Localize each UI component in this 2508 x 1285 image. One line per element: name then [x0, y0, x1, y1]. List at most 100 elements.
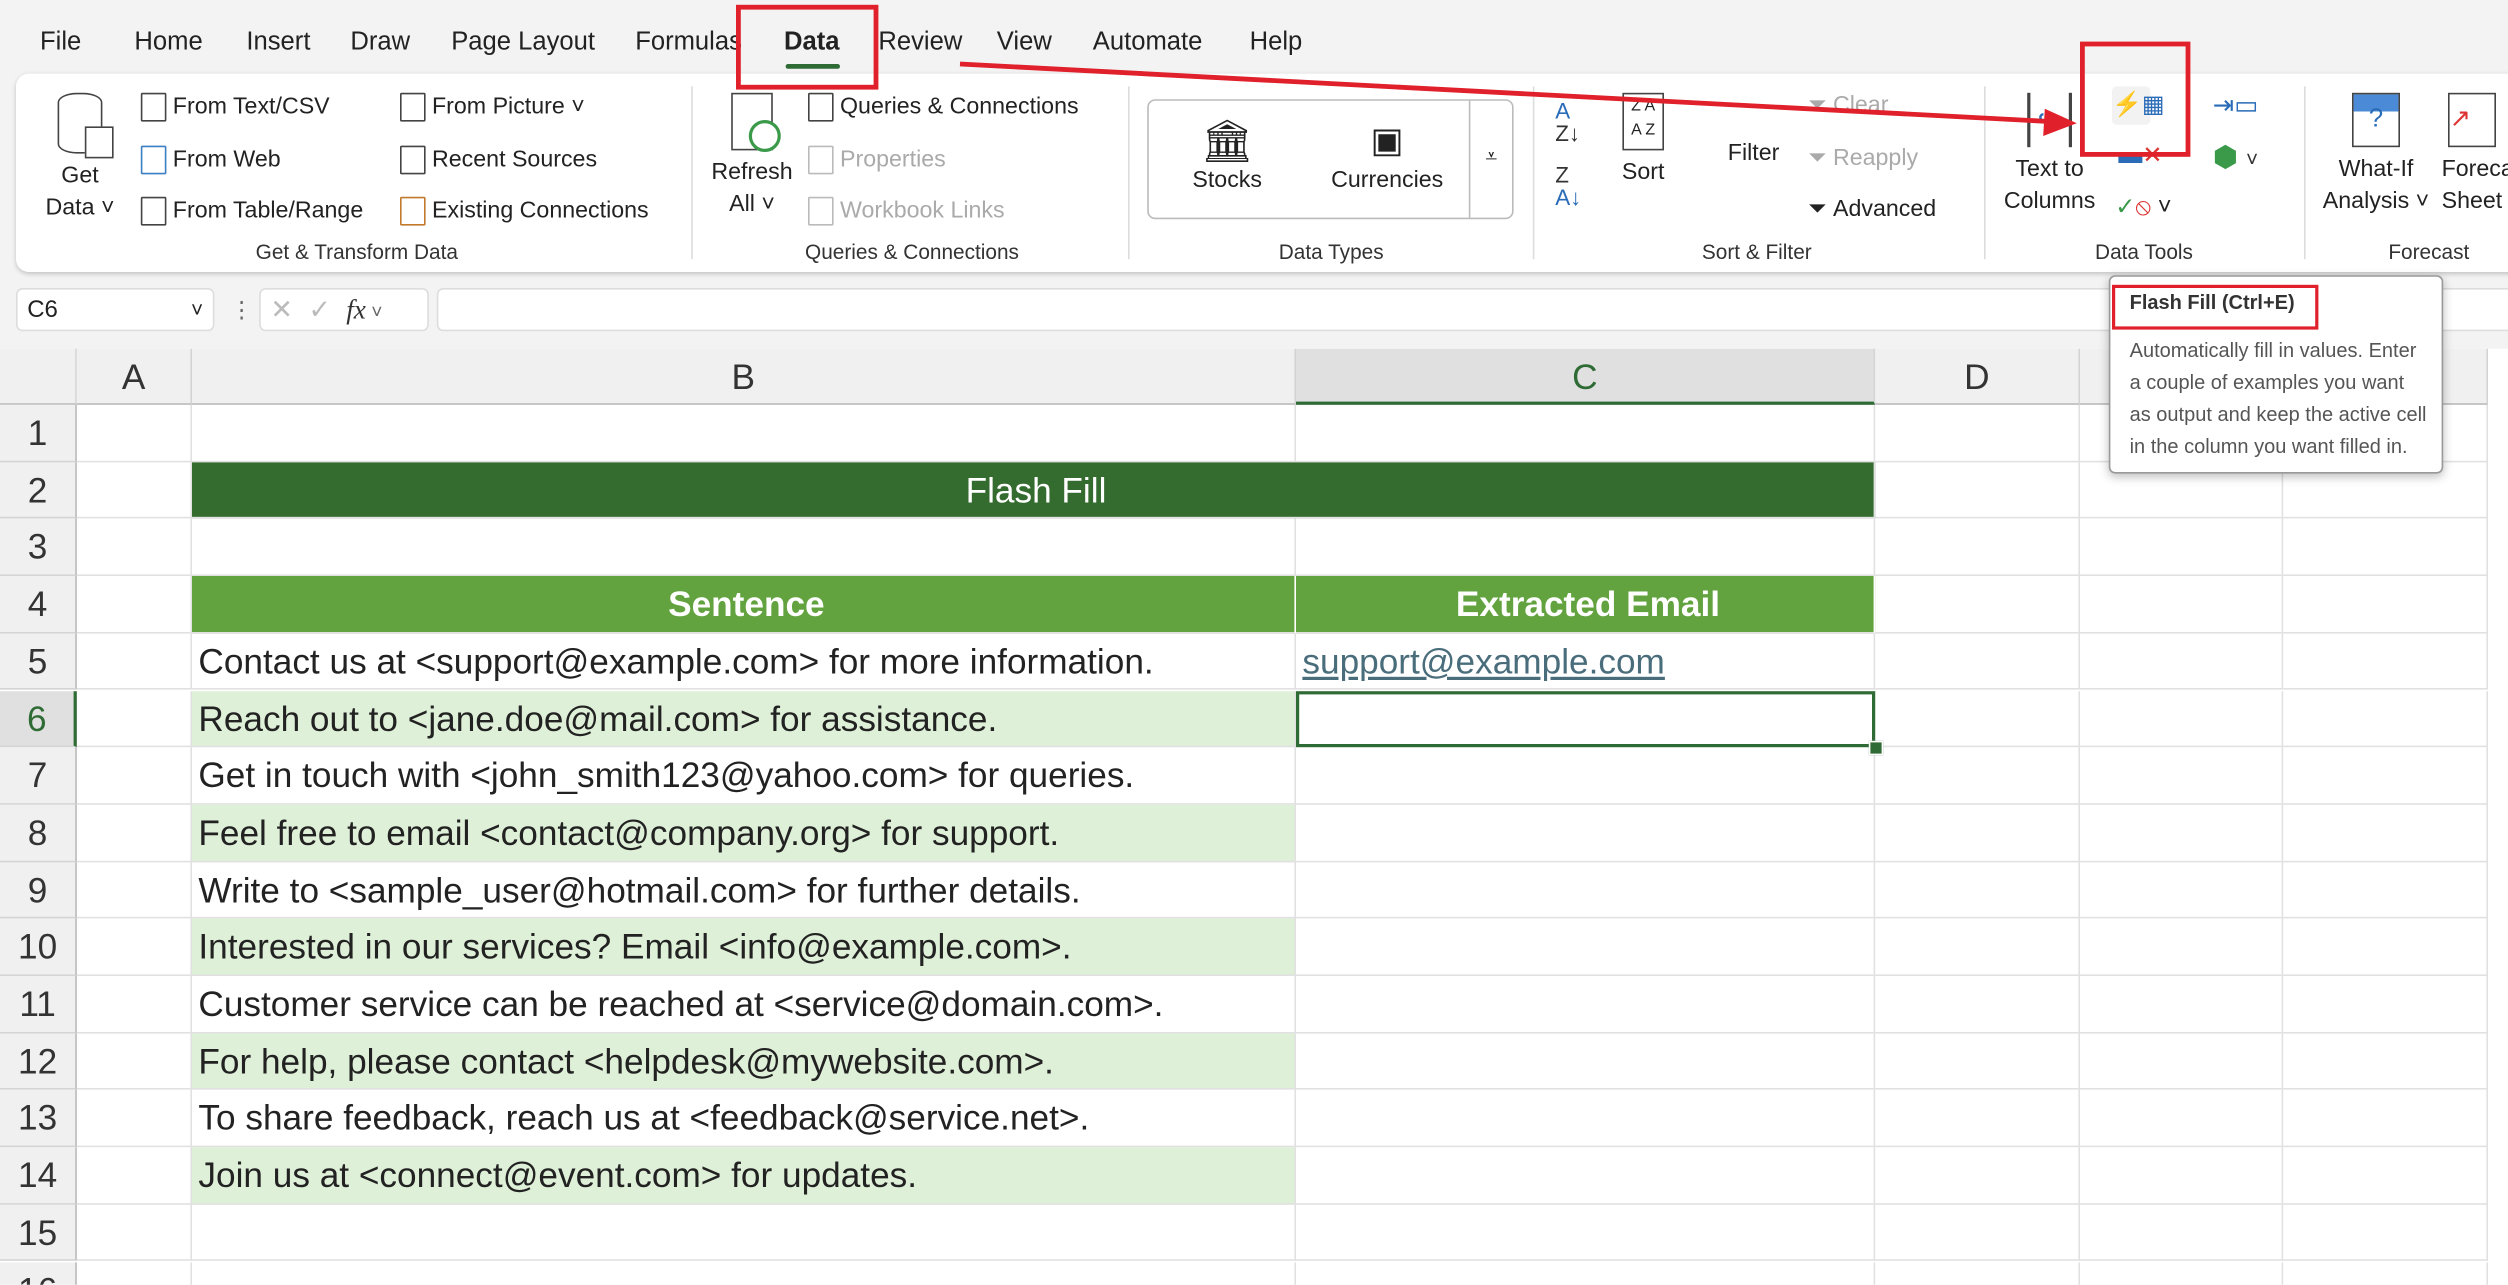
row-header-7[interactable]: 7 — [0, 747, 77, 805]
cell-F13[interactable] — [2283, 1090, 2488, 1148]
cell-D14[interactable] — [1875, 1147, 2080, 1205]
cell-E16[interactable] — [2080, 1261, 2284, 1285]
cell-E13[interactable] — [2080, 1090, 2284, 1148]
cell-E11[interactable] — [2080, 976, 2284, 1034]
cell-C1[interactable] — [1296, 404, 1876, 462]
cell-D13[interactable] — [1875, 1090, 2080, 1148]
cell-E10[interactable] — [2080, 918, 2284, 976]
email-cell[interactable]: support@example.com — [1296, 633, 1876, 691]
cell-A9[interactable] — [76, 861, 192, 919]
email-cell[interactable] — [1296, 918, 1876, 976]
cell-E3[interactable] — [2080, 519, 2284, 577]
sentence-cell[interactable]: To share feedback, reach us at <feedback… — [192, 1090, 1296, 1148]
cell-B15[interactable] — [192, 1204, 1296, 1262]
insert-function-button[interactable]: fx — [346, 294, 366, 324]
sentence-cell[interactable]: For help, please contact <helpdesk@myweb… — [192, 1033, 1296, 1091]
cell-A13[interactable] — [76, 1090, 192, 1148]
row-header-14[interactable]: 14 — [0, 1147, 77, 1205]
cell-F15[interactable] — [2283, 1204, 2488, 1262]
cell-A2[interactable] — [76, 461, 192, 519]
cell-F14[interactable] — [2283, 1147, 2488, 1205]
sentence-cell[interactable]: Interested in our services? Email <info@… — [192, 918, 1296, 976]
row-header-1[interactable]: 1 — [0, 404, 77, 462]
sentence-cell[interactable]: Join us at <connect@event.com> for updat… — [192, 1147, 1296, 1205]
cell-D7[interactable] — [1875, 747, 2080, 805]
row-header-11[interactable]: 11 — [0, 976, 77, 1034]
from-table-range-button[interactable]: From Table/Range — [140, 196, 363, 226]
cell-D11[interactable] — [1875, 976, 2080, 1034]
enter-check-icon[interactable]: ✓ — [308, 294, 331, 324]
cell-E5[interactable] — [2080, 633, 2284, 691]
cell-D1[interactable] — [1875, 404, 2080, 462]
row-header-4[interactable]: 4 — [0, 576, 77, 634]
cell-F16[interactable] — [2283, 1261, 2488, 1285]
cell-F5[interactable] — [2283, 633, 2488, 691]
cell-A6[interactable] — [76, 690, 192, 748]
row-header-15[interactable]: 15 — [0, 1204, 77, 1262]
sentence-cell[interactable]: Write to <sample_user@hotmail.com> for f… — [192, 861, 1296, 919]
cell-F8[interactable] — [2283, 804, 2488, 862]
cell-D16[interactable] — [1875, 1261, 2080, 1285]
sentence-cell[interactable]: Reach out to <jane.doe@mail.com> for ass… — [192, 690, 1296, 748]
cell-A15[interactable] — [76, 1204, 192, 1262]
cell-B3[interactable] — [192, 519, 1296, 577]
cell-F12[interactable] — [2283, 1033, 2488, 1091]
cancel-icon[interactable]: ✕ — [270, 294, 293, 324]
cell-D15[interactable] — [1875, 1204, 2080, 1262]
email-cell[interactable] — [1296, 1147, 1876, 1205]
column-header-A[interactable]: A — [76, 348, 192, 405]
cell-E14[interactable] — [2080, 1147, 2284, 1205]
cell-E12[interactable] — [2080, 1033, 2284, 1091]
row-header-13[interactable]: 13 — [0, 1090, 77, 1148]
cell-A12[interactable] — [76, 1033, 192, 1091]
row-header-5[interactable]: 5 — [0, 633, 77, 691]
email-cell[interactable] — [1296, 976, 1876, 1034]
cell-D12[interactable] — [1875, 1033, 2080, 1091]
cell-E15[interactable] — [2080, 1204, 2284, 1262]
cell-F7[interactable] — [2283, 747, 2488, 805]
cell-E8[interactable] — [2080, 804, 2284, 862]
cell-A10[interactable] — [76, 918, 192, 976]
cell-B1[interactable] — [192, 404, 1296, 462]
email-cell[interactable] — [1296, 1033, 1876, 1091]
cell-D6[interactable] — [1875, 690, 2080, 748]
sentence-cell[interactable]: Contact us at <support@example.com> for … — [192, 633, 1296, 691]
cell-F9[interactable] — [2283, 861, 2488, 919]
row-header-6[interactable]: 6 — [0, 690, 77, 748]
cell-D2[interactable] — [1875, 461, 2080, 519]
email-cell[interactable] — [1296, 861, 1876, 919]
cell-A8[interactable] — [76, 804, 192, 862]
cell-C15[interactable] — [1296, 1204, 1876, 1262]
advanced-filter-button[interactable]: ⏷ Advanced — [1808, 197, 1936, 223]
cell-D8[interactable] — [1875, 804, 2080, 862]
email-cell[interactable] — [1296, 804, 1876, 862]
workbook-links-button[interactable]: Workbook Links — [808, 196, 1005, 226]
row-header-12[interactable]: 12 — [0, 1033, 77, 1091]
cell-C3[interactable] — [1296, 519, 1876, 577]
column-header-C[interactable]: C — [1296, 348, 1876, 405]
cell-F11[interactable] — [2283, 976, 2488, 1034]
cell-F3[interactable] — [2283, 519, 2488, 577]
cell-A1[interactable] — [76, 404, 192, 462]
cell-A11[interactable] — [76, 976, 192, 1034]
select-all-corner[interactable] — [0, 348, 77, 405]
column-header-D[interactable]: D — [1875, 348, 2080, 405]
cell-A14[interactable] — [76, 1147, 192, 1205]
sentence-cell[interactable]: Get in touch with <john_smith123@yahoo.c… — [192, 747, 1296, 805]
row-header-9[interactable]: 9 — [0, 861, 77, 919]
cell-A4[interactable] — [76, 576, 192, 634]
cell-D4[interactable] — [1875, 576, 2080, 634]
cell-F10[interactable] — [2283, 918, 2488, 976]
name-box[interactable]: C6 ˅ — [16, 288, 215, 332]
cell-D10[interactable] — [1875, 918, 2080, 976]
cell-E7[interactable] — [2080, 747, 2284, 805]
header-sentence[interactable]: Sentence — [192, 576, 1296, 634]
row-header-3[interactable]: 3 — [0, 519, 77, 577]
column-header-B[interactable]: B — [192, 348, 1296, 405]
cell-D9[interactable] — [1875, 861, 2080, 919]
cell-D3[interactable] — [1875, 519, 2080, 577]
cell-A16[interactable] — [77, 1261, 192, 1285]
cell-B16[interactable] — [192, 1261, 1296, 1285]
row-header-10[interactable]: 10 — [0, 918, 77, 976]
cell-D5[interactable] — [1875, 633, 2080, 691]
